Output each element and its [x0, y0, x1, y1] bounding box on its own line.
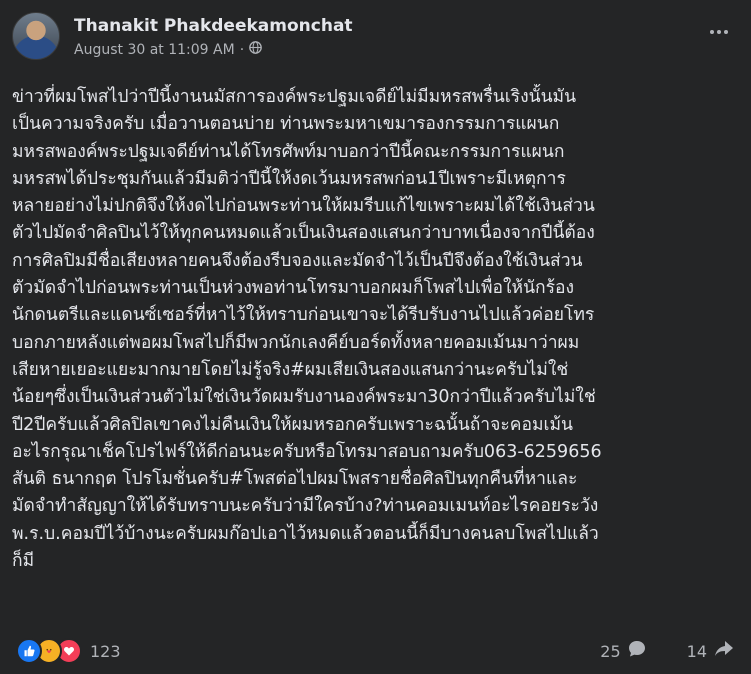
share-count[interactable]: 14	[687, 642, 707, 661]
post-text-line: มัดจำทำสัญญาให้ได้รับทราบนะครับว่ามีใครบ…	[12, 496, 599, 517]
globe-icon[interactable]	[249, 41, 262, 58]
like-icon	[16, 638, 42, 664]
facebook-post: Thanakit Phakdeekamonchat August 30 at 1…	[0, 0, 751, 674]
post-text-line: หลายอย่างไม่ปกติจึงให้งดไปก่อนพระท่านให้…	[12, 196, 595, 217]
post-text-line: ตัวไปมัดจำศิลปินไว้ให้ทุกคนหมดแล้วเป็นเง…	[12, 223, 595, 244]
post-text-line: พ.ร.บ.คอมปีไว้บ้างนะครับผมก๊อปเอาไว้หมดแ…	[12, 523, 599, 544]
post-meta: August 30 at 11:09 AM ·	[74, 41, 262, 58]
reactions-summary[interactable]: 123	[16, 638, 121, 664]
post-footer: 123 25 14	[12, 634, 739, 664]
post-text-line: อะไรกรุณาเช็คโปรไฟร์ให้ดีก่อนนะครับหรือโ…	[12, 441, 602, 462]
post-text-line: เสียหายเยอะแยะมากมายโดยไม่รู้จริง#ผมเสีย…	[12, 359, 569, 380]
comment-count[interactable]: 25	[600, 642, 620, 661]
post-text-line: เป็นความจริงครับ เมื่อวานตอนบ่าย ท่านพระ…	[12, 114, 560, 135]
author-avatar[interactable]	[12, 12, 60, 60]
post-text-line: นักดนตรีและแดนซ์เซอร์ที่หาไว้ให้ทราบก่อน…	[12, 305, 595, 326]
more-options-icon[interactable]	[705, 22, 733, 42]
post-text-line: ก็มี	[12, 551, 35, 572]
meta-separator: ·	[239, 41, 245, 58]
post-text-line: มหรสพได้ประชุมกันแล้วมีมติว่าปีนี้ให้งดเ…	[12, 168, 566, 189]
post-text-line: สันติ ธนากฤต โปรโมชั่นครับ#โพสต่อไปผมโพส…	[12, 469, 578, 490]
post-text-line: ข่าวที่ผมโพสไปว่าปีนี้งานนมัสการองค์พระป…	[12, 87, 577, 107]
post-text-line: มหรสพองค์พระปฐมเจดีย์ท่านได้โทรศัพท์มาบอ…	[12, 141, 565, 162]
post-text-line: การศิลปิมมีชื่อเสียงหลายคนจึงต้องรีบจองแ…	[12, 250, 583, 271]
post-text-line: บอกภายหลังแต่พอผมโพสไปก็มีพวกนักเลงคีย์บ…	[12, 332, 580, 353]
post-text-line: ตัวมัดจำไปก่อนพระท่านเป็นห่วงพอท่านโทรมา…	[12, 278, 575, 299]
engagement-counts: 25 14	[600, 639, 735, 663]
post-body: ข่าวที่ผมโพสไปว่าปีนี้งานนมัสการองค์พระป…	[12, 84, 732, 575]
reaction-count: 123	[90, 641, 121, 661]
author-name[interactable]: Thanakit Phakdeekamonchat	[74, 16, 353, 36]
post-timestamp[interactable]: August 30 at 11:09 AM	[74, 42, 235, 58]
post-text-line: ปี2ปีครับแล้วศิลปิลเขาคงไม่คืนเงินให้ผมห…	[12, 414, 573, 435]
comment-icon[interactable]	[627, 639, 647, 663]
post-header: Thanakit Phakdeekamonchat August 30 at 1…	[12, 10, 739, 60]
post-text-line: น้อยๆซึ่งเป็นเงินส่วนตัวไม่ใช่เงินวัดผมร…	[12, 387, 596, 408]
share-icon[interactable]	[713, 639, 735, 663]
